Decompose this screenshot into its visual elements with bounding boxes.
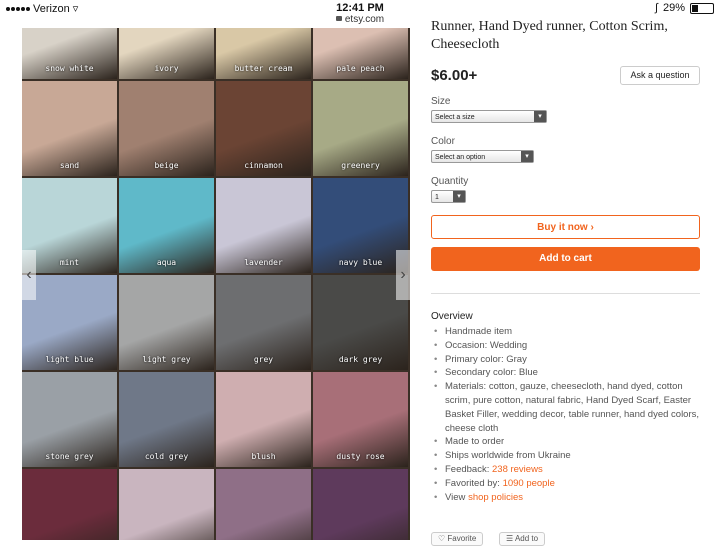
product-image-gallery[interactable]: snow white ivory butter cream pale peach san… bbox=[22, 28, 410, 540]
list-item: Secondary color: Blue bbox=[431, 366, 700, 380]
battery-fill bbox=[692, 4, 698, 12]
buy-it-now-button[interactable]: Buy it now › bbox=[431, 215, 700, 239]
swatch-label: lavender bbox=[244, 258, 283, 267]
color-select-value: Select an option bbox=[435, 154, 486, 161]
color-swatch-tile[interactable]: greenery bbox=[313, 81, 408, 176]
swatch-label: aqua bbox=[156, 258, 177, 267]
bluetooth-icon: ∫ bbox=[654, 2, 658, 14]
swatch-label: light grey bbox=[142, 355, 191, 364]
gallery-prev-button[interactable]: ‹ bbox=[22, 250, 36, 300]
chevron-down-icon: ▾ bbox=[521, 151, 533, 162]
color-swatch-tile[interactable]: dark grey bbox=[313, 275, 408, 370]
battery-percent: 29% bbox=[662, 2, 685, 14]
chevron-down-icon: ▾ bbox=[453, 191, 465, 202]
ask-question-button[interactable]: Ask a question bbox=[620, 66, 700, 85]
quantity-label: Quantity bbox=[431, 176, 469, 187]
color-swatch-tile[interactable]: dusty rose bbox=[313, 372, 408, 467]
color-swatch-tile[interactable] bbox=[119, 469, 214, 540]
favorited-link[interactable]: 1090 people bbox=[503, 478, 555, 489]
list-item: Materials: cotton, gauze, cheesecloth, h… bbox=[431, 380, 700, 435]
favorite-button[interactable]: ♡ Favorite bbox=[431, 532, 484, 546]
swatch-label: cold grey bbox=[144, 452, 189, 461]
reviews-link[interactable]: 238 reviews bbox=[492, 464, 543, 475]
color-select[interactable]: Select an option ▾ bbox=[431, 150, 534, 163]
battery-group: ∫ 29% bbox=[655, 2, 714, 14]
color-swatch-tile[interactable]: blush bbox=[216, 372, 311, 467]
overview-list: Handmade item Occasion: Wedding Primary … bbox=[431, 325, 700, 504]
battery-icon bbox=[690, 2, 714, 14]
policies-item: View shop policies bbox=[431, 491, 700, 505]
color-swatch-tile[interactable]: navy blue bbox=[313, 178, 408, 273]
feedback-item: Feedback: 238 reviews bbox=[431, 463, 700, 477]
swatch-label: grey bbox=[253, 355, 274, 364]
swatch-label: navy blue bbox=[338, 258, 383, 267]
swatch-label: mint bbox=[59, 258, 80, 267]
url-text: etsy.com bbox=[344, 14, 385, 25]
size-label: Size bbox=[431, 96, 451, 107]
size-select-value: Select a size bbox=[435, 114, 475, 121]
color-swatch-tile[interactable]: light grey bbox=[119, 275, 214, 370]
swatch-label: butter cream bbox=[234, 64, 293, 73]
color-swatch-tile[interactable] bbox=[216, 469, 311, 540]
color-label: Color bbox=[431, 136, 455, 147]
swatch-label: snow white bbox=[45, 64, 94, 73]
shop-policies-link[interactable]: shop policies bbox=[468, 492, 523, 503]
swatch-label: stone grey bbox=[45, 452, 94, 461]
swatch-label: dusty rose bbox=[336, 452, 385, 461]
add-to-cart-button[interactable]: Add to cart bbox=[431, 247, 700, 271]
product-title: Runner, Hand Dyed runner, Cotton Scrim, … bbox=[431, 19, 668, 52]
list-item: Ships worldwide from Ukraine bbox=[431, 449, 700, 463]
color-swatch-tile[interactable]: grey bbox=[216, 275, 311, 370]
color-swatch-tile[interactable]: light blue bbox=[22, 275, 117, 370]
clock: 12:41 PM bbox=[336, 2, 384, 14]
color-swatch-tile[interactable]: cinnamon bbox=[216, 81, 311, 176]
color-swatch-tile[interactable]: pale peach bbox=[313, 28, 408, 79]
list-item: Occasion: Wedding bbox=[431, 339, 700, 353]
list-item: Made to order bbox=[431, 435, 700, 449]
swatch-label: beige bbox=[154, 161, 179, 170]
quantity-select-value: 1 bbox=[435, 194, 439, 201]
list-item: Handmade item bbox=[431, 325, 700, 339]
swatch-label: dark grey bbox=[338, 355, 383, 364]
color-swatch-tile[interactable]: aqua bbox=[119, 178, 214, 273]
color-swatch-tile[interactable]: snow white bbox=[22, 28, 117, 79]
product-price: $6.00+ bbox=[431, 67, 478, 84]
color-swatch-tile[interactable]: lavender bbox=[216, 178, 311, 273]
swatch-label: pale peach bbox=[336, 64, 385, 73]
lock-icon bbox=[335, 16, 342, 21]
color-swatch-tile[interactable]: cold grey bbox=[119, 372, 214, 467]
overview-title: Overview bbox=[431, 311, 473, 322]
swatch-label: greenery bbox=[341, 161, 380, 170]
color-swatch-tile[interactable]: mint bbox=[22, 178, 117, 273]
color-swatch-tile[interactable]: stone grey bbox=[22, 372, 117, 467]
color-swatch-tile[interactable]: sand bbox=[22, 81, 117, 176]
add-to-list-button[interactable]: ☰ Add to bbox=[499, 532, 546, 546]
color-swatch-tile[interactable] bbox=[22, 469, 117, 540]
swatch-label: blush bbox=[251, 452, 276, 461]
color-swatch-tile[interactable]: ivory bbox=[119, 28, 214, 79]
divider bbox=[431, 293, 700, 294]
size-select[interactable]: Select a size ▾ bbox=[431, 110, 547, 123]
gallery-next-button[interactable]: › bbox=[396, 250, 410, 300]
swatch-label: ivory bbox=[154, 64, 179, 73]
favorited-item: Favorited by: 1090 people bbox=[431, 477, 700, 491]
swatch-label: light blue bbox=[45, 355, 94, 364]
quantity-select[interactable]: 1 ▾ bbox=[431, 190, 466, 203]
color-swatch-tile[interactable]: beige bbox=[119, 81, 214, 176]
color-swatch-tile[interactable]: butter cream bbox=[216, 28, 311, 79]
swatch-label: cinnamon bbox=[244, 161, 283, 170]
chevron-down-icon: ▾ bbox=[534, 111, 546, 122]
list-item: Primary color: Gray bbox=[431, 353, 700, 367]
swatch-label: sand bbox=[59, 161, 80, 170]
color-swatch-tile[interactable] bbox=[313, 469, 408, 540]
